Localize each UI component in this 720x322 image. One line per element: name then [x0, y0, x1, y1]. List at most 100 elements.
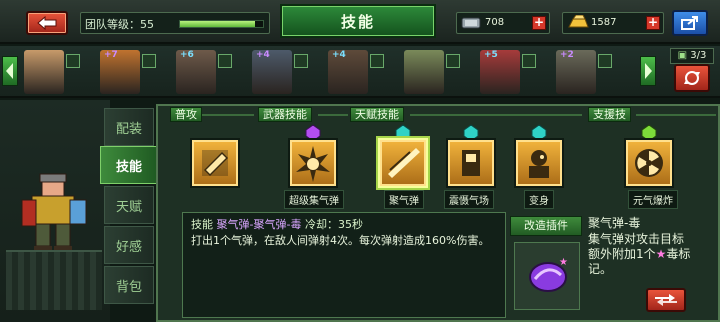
mod-plugin-text: 集气弹对攻击目标额外附加1个★毒标记。: [588, 232, 692, 277]
tab-backpack[interactable]: 背包: [104, 266, 154, 304]
hero-slot[interactable]: +5: [480, 48, 538, 96]
radiation-icon: [635, 149, 663, 177]
skill-panel: 普攻 武器技能 天赋技能 支援技 超级集气弹 ★ 聚气弹: [156, 104, 720, 322]
skill-name-label: 超级集气弹: [284, 190, 344, 209]
gem-icon: [461, 17, 481, 29]
hero-upgrade-level: +2: [560, 50, 574, 60]
tab-talent-label: 天赋: [115, 199, 142, 215]
hero-slot[interactable]: +6: [176, 48, 234, 96]
swap-team-button[interactable]: [674, 64, 710, 92]
hero-role-icon: [66, 54, 80, 68]
gem-resource: 708 +: [456, 12, 550, 34]
skill-energy-bomb[interactable]: [378, 138, 428, 188]
hero-role-icon: [218, 54, 232, 68]
character-portrait: [21, 173, 87, 254]
team-count-icon: ▣: [677, 50, 691, 61]
hero-upgrade-level: +6: [180, 50, 194, 60]
hero-role-icon: [294, 54, 308, 68]
back-arrow-icon: [37, 16, 57, 30]
gem-count: 708: [485, 17, 505, 28]
page-title: 技能: [280, 4, 436, 38]
hero-strip: +7 +6 +4 +4 +5 +2 ▣ 3/3: [0, 46, 720, 98]
aura-icon: [462, 150, 480, 176]
hero-role-icon: [370, 54, 384, 68]
plugin-orb-icon: ★: [529, 257, 568, 292]
category-support-skill: 支援技: [588, 107, 631, 122]
category-divider: [410, 114, 582, 116]
add-gold-button[interactable]: +: [646, 16, 660, 30]
arrow-left-icon: [6, 63, 13, 79]
skill-cooldown: 冷却：35秒: [304, 218, 363, 231]
category-weapon-skill: 武器技能: [258, 107, 312, 122]
tab-affinity-label: 好感: [115, 239, 142, 255]
tab-skills[interactable]: 技能: [100, 146, 158, 184]
hero-slot[interactable]: [404, 48, 462, 96]
category-divider: [202, 114, 254, 116]
skill-full-name: 聚气弹-聚气弹-毒: [216, 218, 302, 231]
tab-affinity[interactable]: 好感: [104, 226, 154, 264]
skill-transform[interactable]: [514, 138, 564, 188]
tab-skills-label: 技能: [115, 159, 142, 175]
team-level-box: 团队等级：55: [80, 12, 270, 34]
svg-text:★: ★: [559, 257, 568, 268]
tab-equipment[interactable]: 配装: [104, 108, 154, 146]
team-count: ▣ 3/3: [670, 48, 714, 64]
hero-prev-button[interactable]: [2, 56, 18, 86]
team-level-label: 团队等级：55: [85, 18, 154, 31]
hero-portrait: [24, 50, 64, 94]
mod-plugin-slot[interactable]: ★: [514, 242, 580, 310]
hero-role-icon: [446, 54, 460, 68]
skill-description-body: 打出1个气弹，在敌人间弹射4次。每次弹射造成160%伤害。: [191, 234, 490, 247]
tab-talent[interactable]: 天赋: [104, 186, 154, 224]
tab-equipment-label: 配装: [115, 121, 142, 137]
team-level-progress: [179, 20, 264, 28]
hero-role-icon: [522, 54, 536, 68]
energy-beam-icon: [388, 148, 420, 178]
character-panel: [0, 100, 110, 322]
hero-slot[interactable]: +2: [556, 48, 614, 96]
hero-slot[interactable]: +4: [328, 48, 386, 96]
hero-portrait: [404, 50, 444, 94]
skill-description-header: 技能 聚气弹-聚气弹-毒 冷却：35秒: [191, 217, 497, 233]
skill-name-label: 变身: [524, 190, 554, 209]
skill-name-label: 聚气弹: [384, 190, 424, 209]
hero-next-button[interactable]: [640, 56, 656, 86]
team-level-progress-fill: [180, 21, 255, 27]
hero-upgrade-level: +7: [104, 50, 118, 60]
back-button[interactable]: [26, 11, 68, 35]
hero-slot[interactable]: [24, 48, 82, 96]
mod-plugin-header: 改造插件: [510, 216, 582, 236]
skill-intimidation-aura[interactable]: [446, 138, 496, 188]
skill-type-label: 技能: [191, 218, 213, 231]
gold-resource: 1587 +: [562, 12, 664, 34]
skill-super-energy-bomb[interactable]: [288, 138, 338, 188]
poison-star-icon: ★: [655, 247, 667, 261]
swap-arrows-icon: [655, 294, 677, 306]
gun-icon: [202, 150, 228, 176]
gold-bar-icon: [568, 15, 589, 28]
hero-slot[interactable]: +4: [252, 48, 310, 96]
skill-genki-explosion[interactable]: [624, 138, 674, 188]
explosion-icon: [296, 146, 330, 182]
transform-icon: [529, 150, 549, 178]
share-icon: [681, 16, 698, 30]
character-platform: [6, 250, 102, 310]
category-talent-skill: 天赋技能: [350, 107, 404, 122]
team-count-value: 3/3: [690, 50, 707, 61]
hero-role-icon: [142, 54, 156, 68]
skill-description: 技能 聚气弹-聚气弹-毒 冷却：35秒 打出1个气弹，在敌人间弹射4次。每次弹射…: [182, 212, 506, 318]
mod-plugin-title: 聚气弹-毒: [588, 216, 641, 230]
hero-upgrade-level: +4: [332, 50, 346, 60]
category-divider: [636, 114, 716, 116]
hero-upgrade-level: +5: [484, 50, 498, 60]
share-button[interactable]: [672, 10, 708, 36]
category-normal-attack: 普攻: [170, 107, 202, 122]
swap-plugin-button[interactable]: [646, 288, 686, 312]
top-bar: 团队等级：55 技能 708 + 1587 +: [0, 0, 720, 44]
add-gem-button[interactable]: +: [532, 16, 546, 30]
skill-normal-attack[interactable]: [190, 138, 240, 188]
tab-backpack-label: 背包: [115, 279, 142, 295]
hero-role-icon: [598, 54, 612, 68]
arrow-right-icon: [645, 63, 652, 79]
hero-slot[interactable]: +7: [100, 48, 158, 96]
